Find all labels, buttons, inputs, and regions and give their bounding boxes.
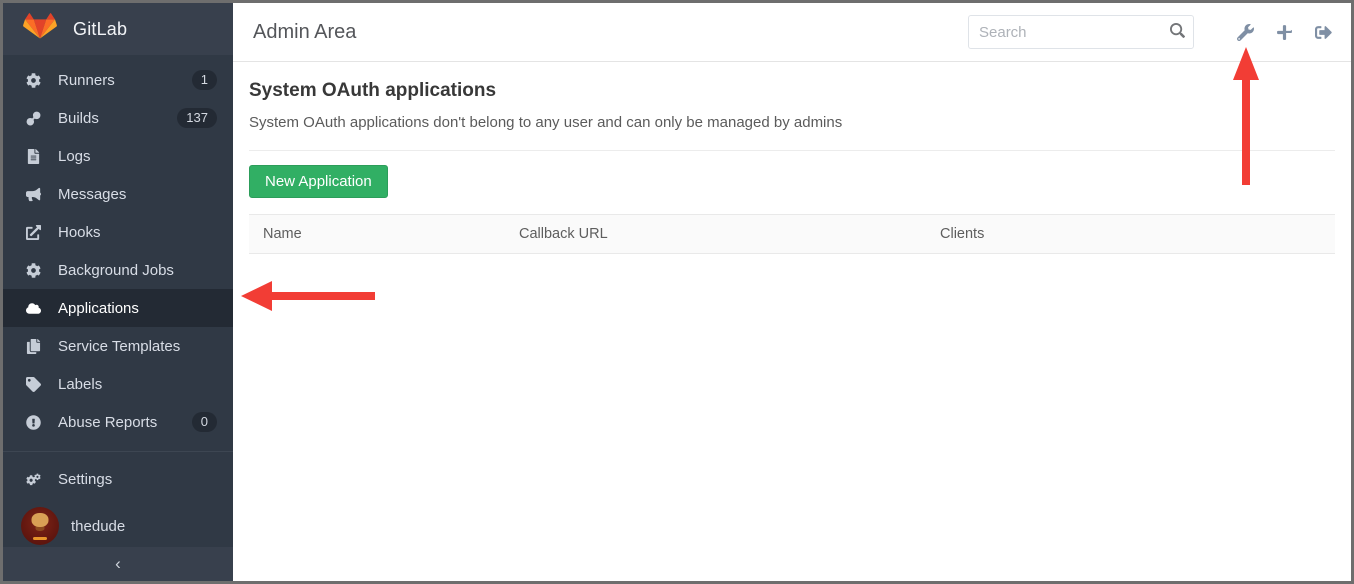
sidebar-item-label: Labels [58,376,102,393]
plus-icon[interactable] [1274,23,1294,41]
sidebar-user[interactable]: thedude [3,498,233,554]
top-header: Admin Area [233,3,1351,62]
sidebar-nav: Runners 1 Builds 137 Logs Messages Hooks [3,55,233,554]
sidebar-divider [3,451,233,452]
sidebar-item-label: Applications [58,300,139,317]
sidebar: GitLab Runners 1 Builds 137 Logs Message… [3,3,233,581]
sidebar-item-hooks[interactable]: Hooks [3,213,233,251]
sidebar-item-abuse-reports[interactable]: Abuse Reports 0 [3,403,233,441]
brand-name: GitLab [73,19,127,40]
bullhorn-icon [25,186,41,202]
content-area: System OAuth applications System OAuth a… [233,62,1351,254]
copy-icon [25,338,41,354]
sidebar-item-labels[interactable]: Labels [3,365,233,403]
section-heading: System OAuth applications [249,80,1335,102]
sidebar-item-label: Settings [58,471,112,488]
user-name: thedude [71,518,125,535]
search-box [968,15,1194,49]
sidebar-item-label: Logs [58,148,91,165]
column-header-clients: Clients [926,215,1335,254]
sidebar-item-label: Abuse Reports [58,414,157,431]
runners-count-badge: 1 [192,70,217,90]
search-input[interactable] [968,15,1194,49]
sidebar-item-logs[interactable]: Logs [3,137,233,175]
header-controls [968,15,1333,49]
wrench-icon[interactable] [1235,23,1255,41]
sidebar-item-label: Runners [58,72,115,89]
external-link-icon [25,224,41,240]
content-divider [249,150,1335,151]
sidebar-item-label: Service Templates [58,338,180,355]
sidebar-item-settings[interactable]: Settings [3,460,233,498]
annotation-arrow-up-icon [1233,47,1259,142]
sidebar-collapse-toggle[interactable]: ‹ [3,547,233,581]
builds-count-badge: 137 [177,108,217,128]
sidebar-item-label: Builds [58,110,99,127]
oauth-applications-table: Name Callback URL Clients [249,214,1335,254]
search-icon [1170,23,1185,38]
link-icon [25,110,41,126]
sidebar-item-label: Background Jobs [58,262,174,279]
sidebar-item-background-jobs[interactable]: Background Jobs [3,251,233,289]
cogs-icon [25,471,41,487]
sidebar-item-service-templates[interactable]: Service Templates [3,327,233,365]
sidebar-item-messages[interactable]: Messages [3,175,233,213]
cog-icon [25,72,41,88]
annotation-arrow-left-icon [241,281,377,311]
cloud-icon [25,300,41,316]
file-text-icon [25,148,41,164]
sidebar-item-label: Hooks [58,224,101,241]
avatar [21,507,59,545]
exclamation-circle-icon [25,414,41,430]
main-area: Admin Area System OAuth applications Sys… [233,3,1351,581]
chevron-left-icon: ‹ [115,554,121,574]
sidebar-item-applications[interactable]: Applications [3,289,233,327]
gitlab-logo-icon [23,13,57,46]
new-application-button[interactable]: New Application [249,165,388,198]
tag-icon [25,376,41,392]
column-header-name: Name [249,215,505,254]
gitlab-admin-window: GitLab Runners 1 Builds 137 Logs Message… [0,0,1354,584]
abuse-reports-count-badge: 0 [192,412,217,432]
sidebar-brand[interactable]: GitLab [3,3,233,55]
table-header-row: Name Callback URL Clients [249,215,1335,254]
section-description: System OAuth applications don't belong t… [249,114,1335,131]
sign-out-icon[interactable] [1313,23,1333,41]
column-header-callback-url: Callback URL [505,215,926,254]
sidebar-item-runners[interactable]: Runners 1 [3,61,233,99]
cog-icon [25,262,41,278]
sidebar-item-builds[interactable]: Builds 137 [3,99,233,137]
page-title: Admin Area [253,21,356,44]
sidebar-item-label: Messages [58,186,126,203]
